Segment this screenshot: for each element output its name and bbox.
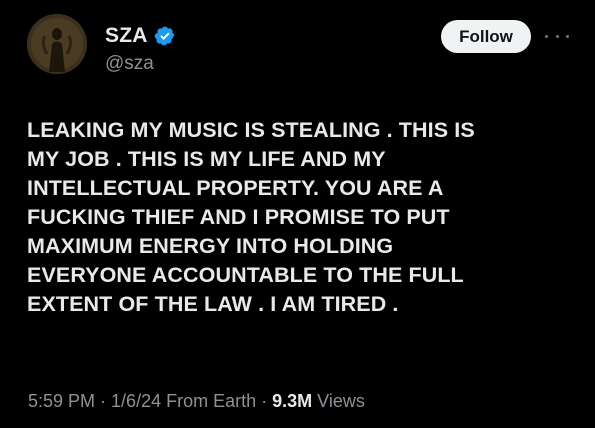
tweet-line: FUCKING THIEF AND I PROMISE TO PUT [27,205,450,229]
display-name-row: SZA [105,22,176,50]
tweet-meta: 5:59 PM · 1/6/24 From Earth · 9.3M Views [28,391,365,412]
views-count[interactable]: 9.3M [272,391,312,411]
tweet-line: MY JOB . THIS IS MY LIFE AND MY [27,147,386,171]
user-handle[interactable]: @sza [105,53,154,75]
display-name[interactable]: SZA [105,24,148,48]
dot [555,34,559,38]
follow-button[interactable]: Follow [441,20,531,53]
tweet-line: LEAKING MY MUSIC IS STEALING . THIS IS [27,118,475,142]
verified-badge-icon[interactable] [154,25,176,47]
tweet-line: MAXIMUM ENERGY INTO HOLDING [27,234,394,258]
dot [545,34,548,38]
avatar[interactable] [27,14,87,74]
dot [566,34,569,38]
meta-separator: · [95,391,112,411]
tweet-date[interactable]: 1/6/24 From Earth [111,391,256,411]
views-label: Views [312,391,365,411]
tweet-line: EXTENT OF THE LAW . I AM TIRED . [27,292,399,316]
tweet-line: EVERYONE ACCOUNTABLE TO THE FULL [27,263,464,287]
tweet-text: LEAKING MY MUSIC IS STEALING . THIS IS M… [27,116,583,319]
meta-separator: · [256,391,273,411]
tweet-time[interactable]: 5:59 PM [28,391,95,411]
profile-photo-icon [27,14,87,74]
tweet-card: SZA @sza Follow LEAKING MY MUSIC IS STEA… [0,0,595,428]
tweet-line: INTELLECTUAL PROPERTY. YOU ARE A [27,176,444,200]
more-options-icon[interactable] [545,26,569,46]
